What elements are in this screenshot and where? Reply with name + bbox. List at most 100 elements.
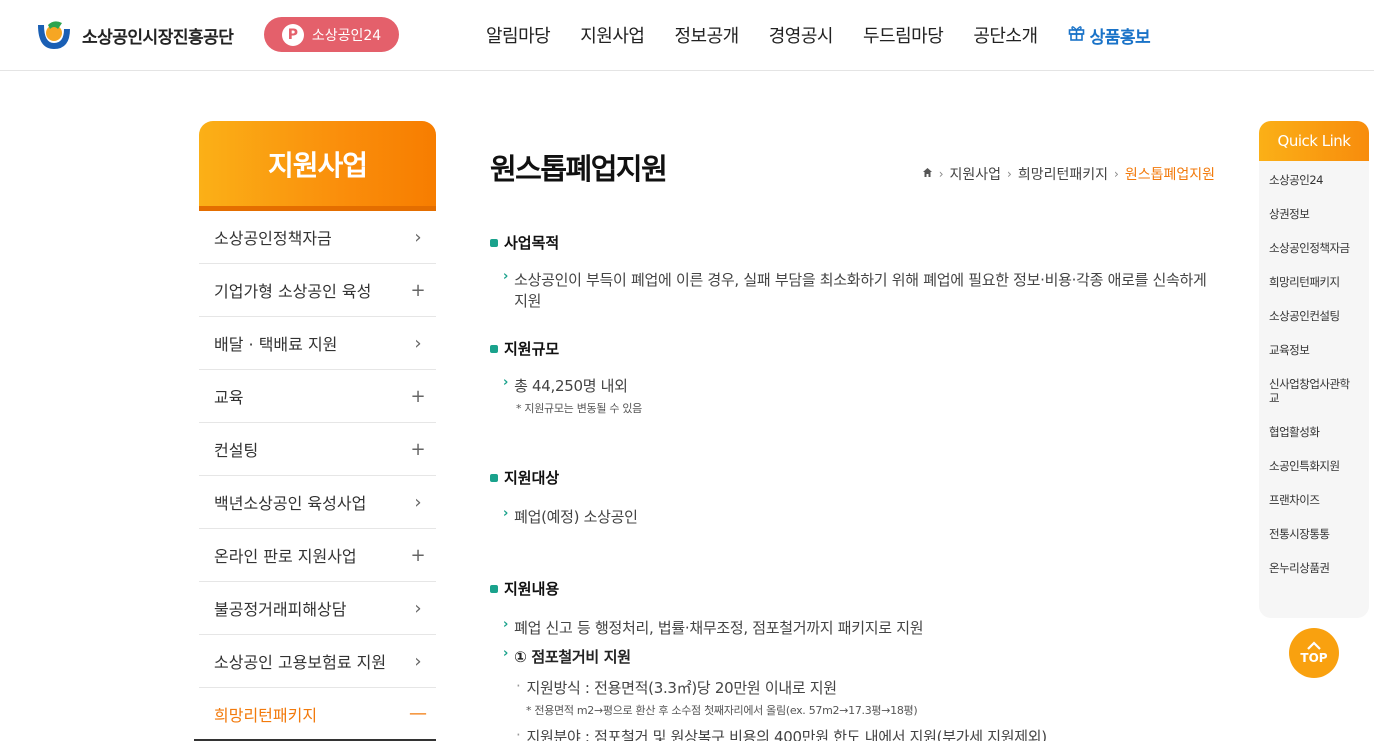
nav-item-management[interactable]: 경영공시: [769, 22, 834, 48]
bullet-icon: [490, 584, 498, 593]
sidebar-item-label: 희망리턴패키지: [214, 705, 318, 725]
dot-icon: ·: [516, 677, 521, 695]
bullet-icon: [490, 238, 498, 247]
sidebar-item-label: 교육: [214, 388, 244, 407]
sidebar: 지원사업 소상공인정책자금 › 기업가형 소상공인 육성 + 배달 · 택배료 지원…: [194, 121, 436, 741]
quick-link-item[interactable]: 신사업창업사관학교: [1269, 377, 1357, 405]
quick-link-panel: Quick Link 소상공인24 상권정보 소상공인정책자금 희망리턴패키지 …: [1259, 121, 1369, 618]
sidebar-item-delivery[interactable]: 배달 · 택배료 지원 ›: [199, 317, 436, 370]
section-target: 지원대상 › 폐업(예정) 소상공인: [490, 467, 1215, 527]
home-icon[interactable]: [922, 167, 933, 181]
quick-link-item[interactable]: 상권정보: [1269, 207, 1357, 221]
scroll-top-button[interactable]: TOP: [1289, 628, 1339, 678]
site-header: 소상공인시장진흥공단 P 소상공인24 알림마당 지원사업 정보공개 경영공시 …: [0, 0, 1374, 71]
sidebar-item-consulting[interactable]: 컨설팅 +: [199, 423, 436, 476]
chevron-right-icon: ›: [414, 491, 422, 513]
quick-link-item[interactable]: 희망리턴패키지: [1269, 275, 1357, 289]
chevron-right-icon: ›: [503, 617, 509, 632]
quick-link-item[interactable]: 소상공인정책자금: [1269, 241, 1357, 255]
section-heading: 지원내용: [490, 578, 1215, 599]
section-heading: 지원대상: [490, 467, 1215, 488]
content-line-text: 폐업(예정) 소상공인: [514, 508, 638, 526]
main-nav: 알림마당 지원사업 정보공개 경영공시 두드림마당 공단소개 상품홍보: [486, 22, 1180, 48]
chevron-right-icon: ›: [503, 646, 509, 661]
section-heading: 사업목적: [490, 232, 1215, 253]
main-content: 원스톱폐업지원 › 지원사업 › 희망리턴패키지 › 원스톱폐업지원 사업목적 …: [490, 146, 1215, 741]
content-sub-note: * 전용면적 m2→평으로 환산 후 소수점 첫째자리에서 올림(ex. 57m…: [526, 704, 918, 717]
chevron-right-icon: ›: [414, 597, 422, 619]
chevron-right-icon: ›: [503, 506, 509, 521]
section-heading: 지원규모: [490, 338, 1215, 359]
sidebar-item-education[interactable]: 교육 +: [199, 370, 436, 423]
quick-link-item[interactable]: 소상공인24: [1269, 173, 1357, 187]
content-sub-text: 지원분야 : 점포철거 및 원상복구 비용의 400만원 한도 내에서 지원(부…: [526, 728, 1047, 741]
plus-icon: +: [410, 279, 426, 301]
content-line: › 소상공인이 부득이 폐업에 이른 경우, 실패 부담을 최소화하기 위해 폐업…: [503, 269, 1215, 311]
logo-icon: [34, 19, 74, 51]
content-note: * 지원규모는 변동될 수 있음: [516, 402, 643, 415]
nav-item-promo[interactable]: 상품홍보: [1068, 22, 1151, 48]
content-sub-line: · 지원방식 : 전용면적(3.3㎡)당 20만원 이내로 지원: [516, 677, 1215, 698]
content-line-text: 총 44,250명 내외: [514, 377, 628, 395]
sidebar-item-employment-insurance[interactable]: 소상공인 고용보험료 지원 ›: [199, 635, 436, 688]
minus-icon: —: [409, 703, 427, 724]
chevron-right-icon: ›: [414, 332, 422, 354]
sidebar-item-unfair-trade[interactable]: 불공정거래피해상담 ›: [199, 582, 436, 635]
quick-link-item[interactable]: 소상공인컨설팅: [1269, 309, 1357, 323]
quick-link-item[interactable]: 전통시장통통: [1269, 527, 1357, 541]
chevron-right-icon: ›: [503, 375, 509, 390]
breadcrumb-separator: ›: [1114, 167, 1119, 181]
sidebar-item-hope-return[interactable]: 희망리턴패키지 —: [194, 688, 436, 741]
breadcrumb-separator: ›: [938, 167, 944, 181]
section-purpose: 사업목적 › 소상공인이 부득이 폐업에 이른 경우, 실패 부담을 최소화하기 …: [490, 232, 1215, 311]
content-line: › 총 44,250명 내외: [503, 375, 1215, 396]
breadcrumb-item[interactable]: 지원사업: [950, 164, 1002, 184]
gift-icon: [1068, 24, 1085, 46]
chevron-up-icon: [1307, 641, 1321, 651]
content-sub-line: · 지원분야 : 점포철거 및 원상복구 비용의 400만원 한도 내에서 지원(…: [516, 726, 1215, 741]
nav-item-about[interactable]: 공단소개: [973, 22, 1038, 48]
bullet-icon: [490, 473, 498, 482]
plus-icon: +: [410, 385, 426, 407]
breadcrumb: › 지원사업 › 희망리턴패키지 › 원스톱폐업지원: [922, 164, 1215, 184]
breadcrumb-separator: ›: [1007, 167, 1012, 181]
sidebar-item-label: 백년소상공인 육성사업: [214, 494, 367, 513]
logo-text: 소상공인시장진흥공단: [82, 27, 234, 48]
sidebar-item-label: 배달 · 택배료 지원: [214, 335, 338, 354]
bullet-icon: [490, 344, 498, 353]
sidebar-item-label: 기업가형 소상공인 육성: [214, 282, 372, 301]
nav-item-disclosure[interactable]: 정보공개: [675, 22, 740, 48]
content-line: › ① 점포철거비 지원: [503, 646, 1215, 667]
sosanggongin24-label: 소상공인24: [311, 27, 382, 44]
quick-link-list: 소상공인24 상권정보 소상공인정책자금 희망리턴패키지 소상공인컨설팅 교육정…: [1259, 161, 1369, 575]
plus-icon: +: [410, 544, 426, 566]
content-line-text: ① 점포철거비 지원: [514, 648, 631, 666]
plus-icon: +: [410, 438, 426, 460]
quick-link-item[interactable]: 온누리상품권: [1269, 561, 1357, 575]
sidebar-item-label: 소상공인정책자금: [214, 229, 332, 248]
content-line-text: 소상공인이 부득이 폐업에 이른 경우, 실패 부담을 최소화하기 위해 폐업에…: [514, 271, 1207, 310]
logo[interactable]: 소상공인시장진흥공단: [34, 19, 234, 51]
sidebar-item-centennial[interactable]: 백년소상공인 육성사업 ›: [199, 476, 436, 529]
sidebar-item-label: 온라인 판로 지원사업: [214, 547, 357, 566]
sidebar-item-online-sales[interactable]: 온라인 판로 지원사업 +: [199, 529, 436, 582]
content-line: › 폐업 신고 등 행정처리, 법률·채무조정, 점포철거까지 패키지로 지원: [503, 617, 1215, 638]
nav-item-notice[interactable]: 알림마당: [486, 22, 551, 48]
quick-link-item[interactable]: 프랜차이즈: [1269, 493, 1357, 507]
nav-item-support[interactable]: 지원사업: [580, 22, 645, 48]
quick-link-item[interactable]: 협업활성화: [1269, 425, 1357, 439]
section-details: 지원내용 › 폐업 신고 등 행정처리, 법률·채무조정, 점포철거까지 패키지로…: [490, 578, 1215, 741]
nav-item-dodream[interactable]: 두드림마당: [863, 22, 944, 48]
sosanggongin24-button[interactable]: P 소상공인24: [264, 17, 399, 52]
breadcrumb-item[interactable]: 희망리턴패키지: [1018, 164, 1108, 184]
p-icon: P: [281, 23, 304, 46]
section-heading-text: 지원규모: [504, 340, 560, 358]
section-heading-text: 지원내용: [504, 580, 560, 598]
quick-link-item[interactable]: 소공인특화지원: [1269, 459, 1357, 473]
sidebar-item-entrepreneur[interactable]: 기업가형 소상공인 육성 +: [199, 264, 436, 317]
quick-link-item[interactable]: 교육정보: [1269, 343, 1357, 357]
sidebar-item-policy-fund[interactable]: 소상공인정책자금 ›: [199, 211, 436, 264]
chevron-right-icon: ›: [414, 226, 422, 248]
nav-promo-label: 상품홍보: [1089, 27, 1151, 48]
chevron-right-icon: ›: [414, 650, 422, 672]
